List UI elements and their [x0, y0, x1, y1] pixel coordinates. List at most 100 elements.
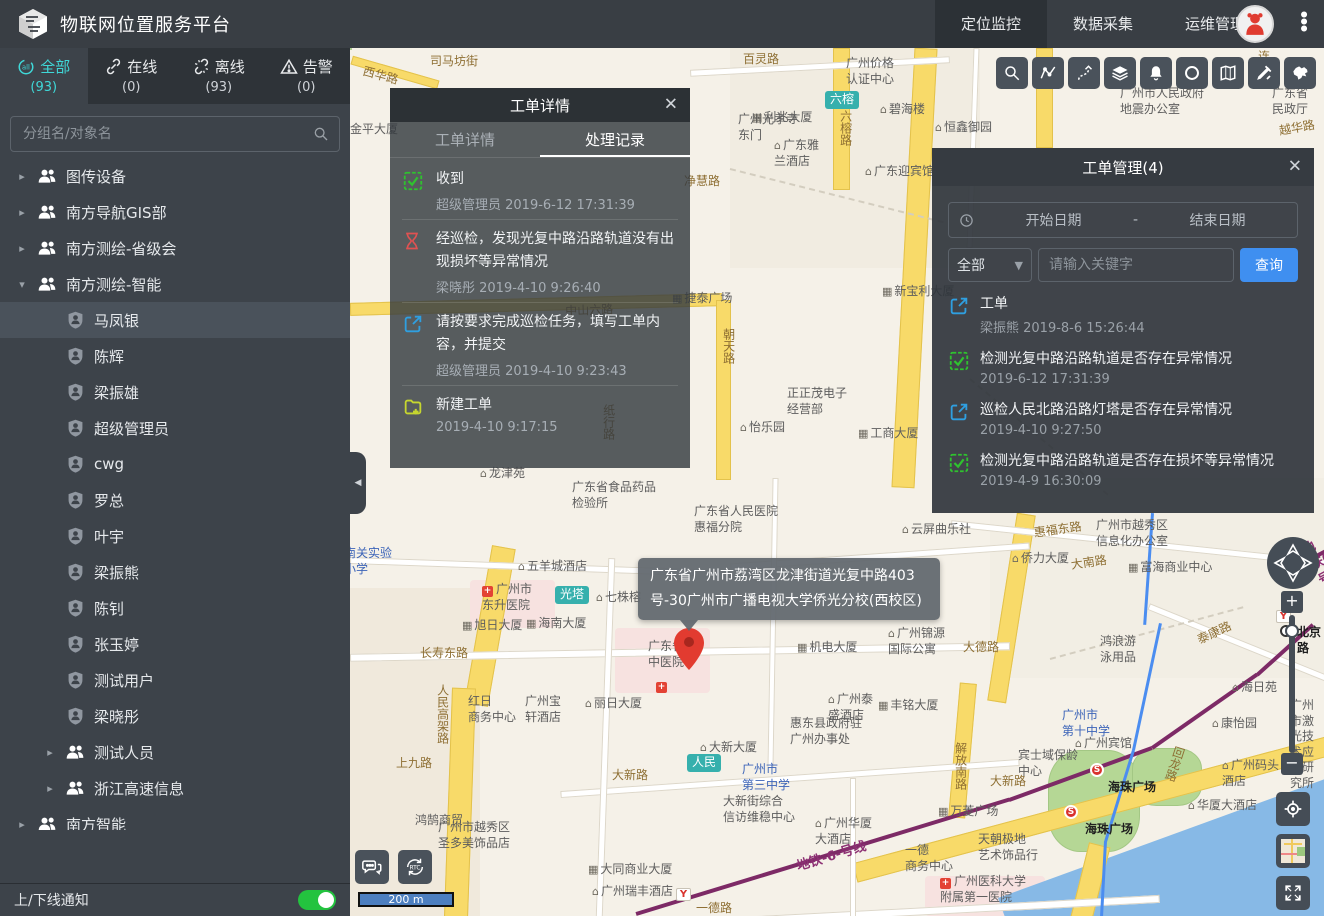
nav-item[interactable]: 定位监控 — [935, 0, 1047, 48]
landmark-icon: ⌂ — [828, 693, 835, 706]
status-tab[interactable]: all全部(93) — [0, 48, 88, 104]
workorder-list-item[interactable]: 检测光复中路沿路轨道是否存在异常情况2019-6-12 17:31:39 — [948, 349, 1298, 387]
tree-group-item[interactable]: ▾南方测绘-智能 — [0, 266, 350, 302]
sidebar-collapse-handle[interactable]: ◀ — [350, 452, 366, 514]
map-tool-circle-icon[interactable] — [1176, 57, 1208, 89]
tree-group-item[interactable]: ▸南方智能 — [0, 806, 350, 830]
tree-user-item[interactable]: 测试用户 — [0, 662, 350, 698]
status-tab[interactable]: 离线(93) — [175, 48, 263, 104]
building-icon: ▦ — [858, 427, 868, 440]
sidebar-footer: 上/下线通知 — [0, 883, 350, 916]
status-tab[interactable]: 告警(0) — [263, 48, 351, 104]
dialog-tab[interactable]: 工单详情 — [390, 122, 540, 157]
end-date-placeholder[interactable]: 结束日期 — [1138, 210, 1297, 230]
type-select[interactable]: 全部 ▼ — [948, 248, 1032, 282]
zoom-out-button[interactable]: − — [1281, 753, 1303, 775]
zoom-in-button[interactable]: + — [1281, 591, 1303, 613]
compass-pan-control[interactable] — [1267, 537, 1319, 589]
map-tool-search-icon[interactable] — [996, 57, 1028, 89]
workorder-list-item[interactable]: 工单梁振熊 2019-8-6 15:26:44 — [948, 294, 1298, 336]
tree-group-item[interactable]: ▸ 浙江高速信息 — [0, 770, 350, 806]
tree-caret-icon[interactable]: ▸ — [44, 782, 56, 795]
map-tool-track-icon[interactable] — [1032, 57, 1064, 89]
more-menu-icon[interactable]: ••• — [1296, 13, 1312, 34]
landmark-icon: ⌂ — [880, 103, 887, 116]
tree-group-item[interactable]: ▸图传设备 — [0, 158, 350, 194]
map-label: ⌂广州码头 酒店 — [1222, 758, 1279, 789]
tree-user-item[interactable]: 陈辉 — [0, 338, 350, 374]
device-tree: ▸图传设备▸南方导航GIS部▸南方测绘-省级会▾南方测绘-智能马凤银陈辉梁振雄超… — [0, 158, 350, 830]
tree-user-item[interactable]: 陈钊 — [0, 590, 350, 626]
record-item: 经巡检，发现光复中路沿路轨道没有出现损坏等异常情况梁晓彤 2019-4-10 9… — [402, 220, 678, 303]
map-tool-china-icon[interactable] — [1284, 57, 1316, 89]
tree-caret-icon[interactable]: ▸ — [16, 818, 28, 831]
tree-user-item[interactable]: 梁晓彤 — [0, 698, 350, 734]
search-icon[interactable] — [313, 126, 329, 142]
workorder-list-item[interactable]: 巡检人民北路沿路灯塔是否存在异常情况2019-4-10 9:27:50 — [948, 400, 1298, 438]
date-range-picker[interactable]: 开始日期 - 结束日期 — [948, 202, 1298, 238]
panel-title: 工单管理(4) — [1082, 157, 1163, 178]
tree-user-item[interactable]: 叶宇 — [0, 518, 350, 554]
tree-user-item[interactable]: 马凤银 — [0, 302, 350, 338]
tree-user-item[interactable]: 梁振熊 — [0, 554, 350, 590]
map-tool-map-icon[interactable] — [1212, 57, 1244, 89]
query-button[interactable]: 查询 — [1240, 248, 1298, 282]
user-shield-icon — [64, 491, 86, 509]
tree-caret-icon[interactable]: ▸ — [16, 242, 28, 255]
tree-user-item[interactable]: 梁振雄 — [0, 374, 350, 410]
map-scale-bar: 200 m — [358, 892, 454, 907]
status-tab[interactable]: 在线(0) — [88, 48, 176, 104]
tree-user-item[interactable]: cwg — [0, 446, 350, 482]
record-timeline: 收到超级管理员 2019-6-12 17:31:39经巡检，发现光复中路沿路轨道… — [390, 158, 690, 443]
map-tool-edit-icon[interactable] — [1248, 57, 1280, 89]
map-label: 海珠广场 — [1085, 822, 1133, 838]
close-icon[interactable]: ✕ — [664, 97, 678, 114]
tree-group-item[interactable]: ▸南方导航GIS部 — [0, 194, 350, 230]
user-shield-icon — [64, 527, 86, 545]
tree-item-label: 浙江高速信息 — [94, 778, 184, 799]
workorder-list-item[interactable]: 检测光复中路沿路轨道是否存在损坏等异常情况2019-4-9 16:30:09 — [948, 451, 1298, 489]
tree-user-item[interactable]: 罗总 — [0, 482, 350, 518]
landmark-icon: ⌂ — [865, 165, 872, 178]
fullscreen-button[interactable] — [1276, 876, 1310, 910]
minimap-button[interactable] — [1276, 834, 1310, 868]
workorder-list: 工单梁振熊 2019-8-6 15:26:44 检测光复中路沿路轨道是否存在异常情… — [948, 294, 1298, 489]
map-label: + — [656, 678, 670, 694]
message-button[interactable] — [355, 850, 389, 884]
dialog-tab[interactable]: 处理记录 — [540, 122, 690, 157]
tree-item-label: 马凤银 — [94, 310, 139, 331]
keyword-input[interactable] — [1039, 249, 1233, 281]
tree-user-item[interactable]: 张玉婷 — [0, 626, 350, 662]
map-label: 长寿东路 — [420, 646, 468, 662]
map-label: 一德 商务中心 — [905, 843, 953, 874]
road — [716, 300, 731, 480]
user-avatar[interactable] — [1236, 5, 1274, 43]
start-date-placeholder[interactable]: 开始日期 — [974, 210, 1133, 230]
app-title: 物联网位置服务平台 — [60, 11, 231, 37]
group-icon — [36, 167, 58, 185]
hourglass-icon — [402, 228, 426, 296]
tree-user-item[interactable]: 超级管理员 — [0, 410, 350, 446]
status-tabs: all全部(93)在线(0)离线(93)告警(0) — [0, 48, 350, 104]
map-tool-route-icon[interactable] — [1068, 57, 1100, 89]
map-tool-layers-icon[interactable] — [1104, 57, 1136, 89]
map-tool-bell-icon[interactable] — [1140, 57, 1172, 89]
online-notify-toggle[interactable] — [298, 890, 336, 910]
search-input[interactable] — [11, 117, 339, 151]
tree-caret-icon[interactable]: ▸ — [16, 206, 28, 219]
tree-caret-icon[interactable]: ▸ — [16, 170, 28, 183]
tree-caret-icon[interactable]: ▾ — [16, 278, 28, 291]
zoom-slider-handle[interactable] — [1285, 624, 1299, 638]
nav-item[interactable]: 数据采集 — [1047, 0, 1159, 48]
tree-caret-icon[interactable]: ▸ — [44, 746, 56, 759]
map-label: ▦丰铭大厦 — [878, 698, 938, 714]
locate-button[interactable] — [1276, 792, 1310, 826]
rtc-button[interactable]: RTC — [398, 850, 432, 884]
close-icon[interactable]: ✕ — [1288, 159, 1302, 176]
tree-group-item[interactable]: ▸测试人员 — [0, 734, 350, 770]
location-pin-icon[interactable] — [674, 628, 704, 674]
newdoc-icon — [402, 394, 426, 435]
user-shield-icon — [64, 455, 86, 473]
metro-station-icon: S — [1064, 805, 1078, 819]
tree-group-item[interactable]: ▸南方测绘-省级会 — [0, 230, 350, 266]
